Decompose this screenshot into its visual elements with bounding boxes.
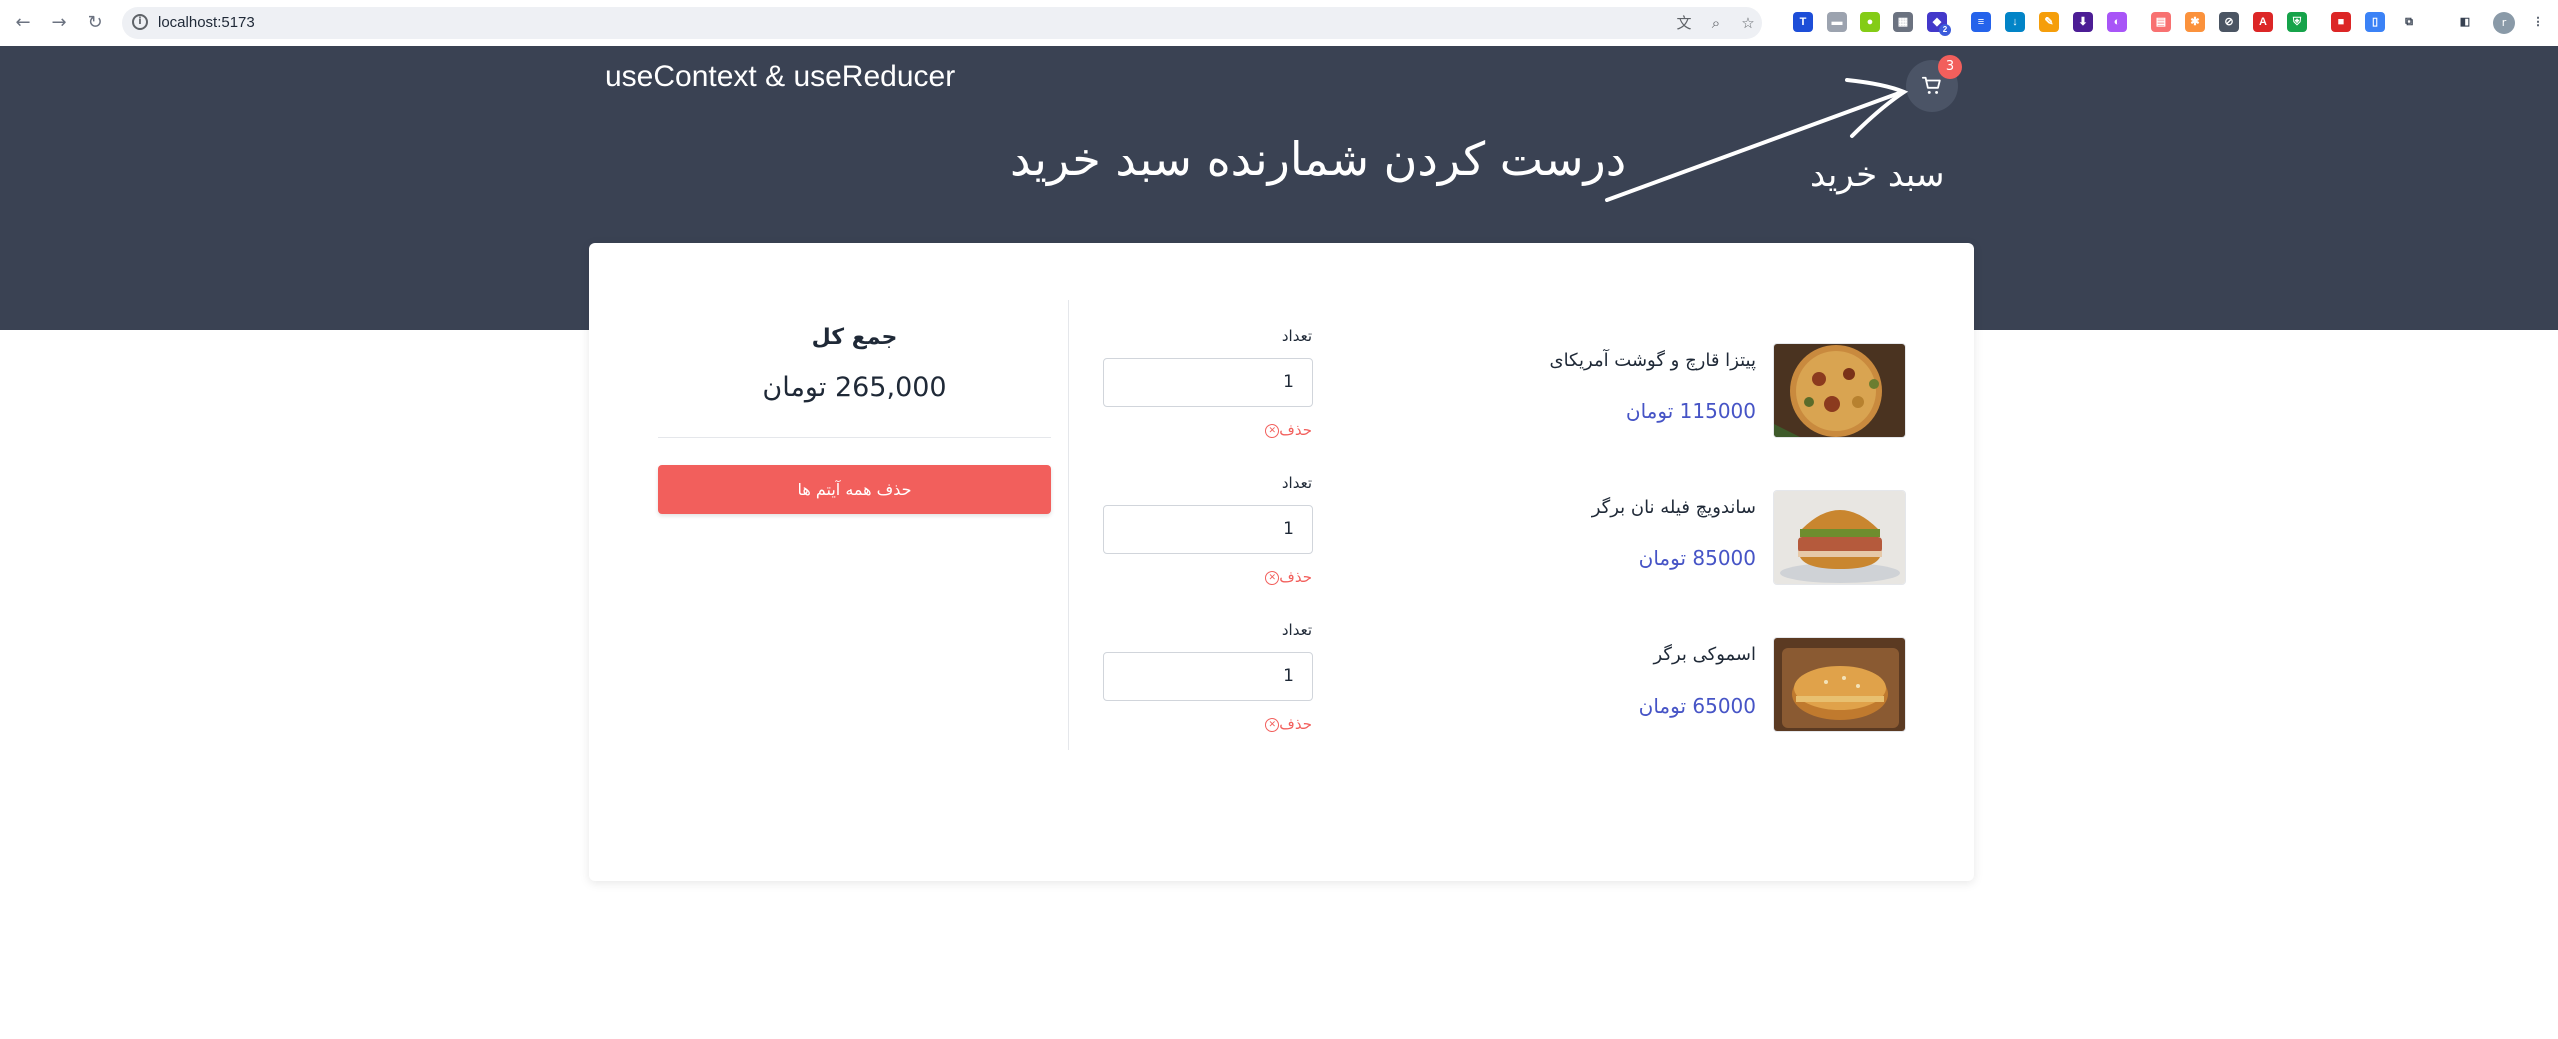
item-name: پیتزا قارچ و گوشت آمریکای	[1549, 350, 1756, 371]
close-circle-icon: ✕	[1265, 717, 1280, 732]
quantity-input[interactable]: 1	[1103, 358, 1313, 407]
summary-divider	[658, 437, 1051, 438]
product-image-burger	[1773, 637, 1906, 732]
quantity-input[interactable]: 1	[1103, 505, 1313, 554]
quantity-label: تعداد	[1281, 474, 1312, 492]
close-circle-icon: ✕	[1265, 423, 1280, 438]
column-divider	[1068, 300, 1069, 750]
product-image-sandwich	[1773, 490, 1906, 585]
annotation-main-text: درست کردن شمارنده سبد خرید	[1010, 132, 1627, 186]
item-price: 65000 تومان	[1638, 694, 1756, 718]
product-image-pizza	[1773, 343, 1906, 438]
item-name: ساندویچ فیله نان برگر	[1591, 497, 1756, 518]
delete-item-button[interactable]: حذف✕	[1200, 715, 1312, 733]
annotation-cart-text: سبد خرید	[1810, 155, 1945, 195]
delete-item-button[interactable]: حذف✕	[1200, 568, 1312, 586]
total-value: 265,000 تومان	[762, 372, 947, 403]
clear-all-button[interactable]: حذف همه آیتم ها	[658, 465, 1051, 514]
quantity-input[interactable]: 1	[1103, 652, 1313, 701]
quantity-label: تعداد	[1281, 327, 1312, 345]
item-name: اسموکی برگر	[1653, 644, 1756, 665]
delete-label: حذف	[1279, 568, 1312, 586]
delete-item-button[interactable]: حذف✕	[1200, 421, 1312, 439]
total-title: جمع کل	[811, 325, 898, 350]
close-circle-icon: ✕	[1265, 570, 1280, 585]
item-price: 115000 تومان	[1625, 399, 1756, 423]
delete-label: حذف	[1279, 421, 1312, 439]
quantity-label: تعداد	[1281, 621, 1312, 639]
item-price: 85000 تومان	[1638, 546, 1756, 570]
delete-label: حذف	[1279, 715, 1312, 733]
